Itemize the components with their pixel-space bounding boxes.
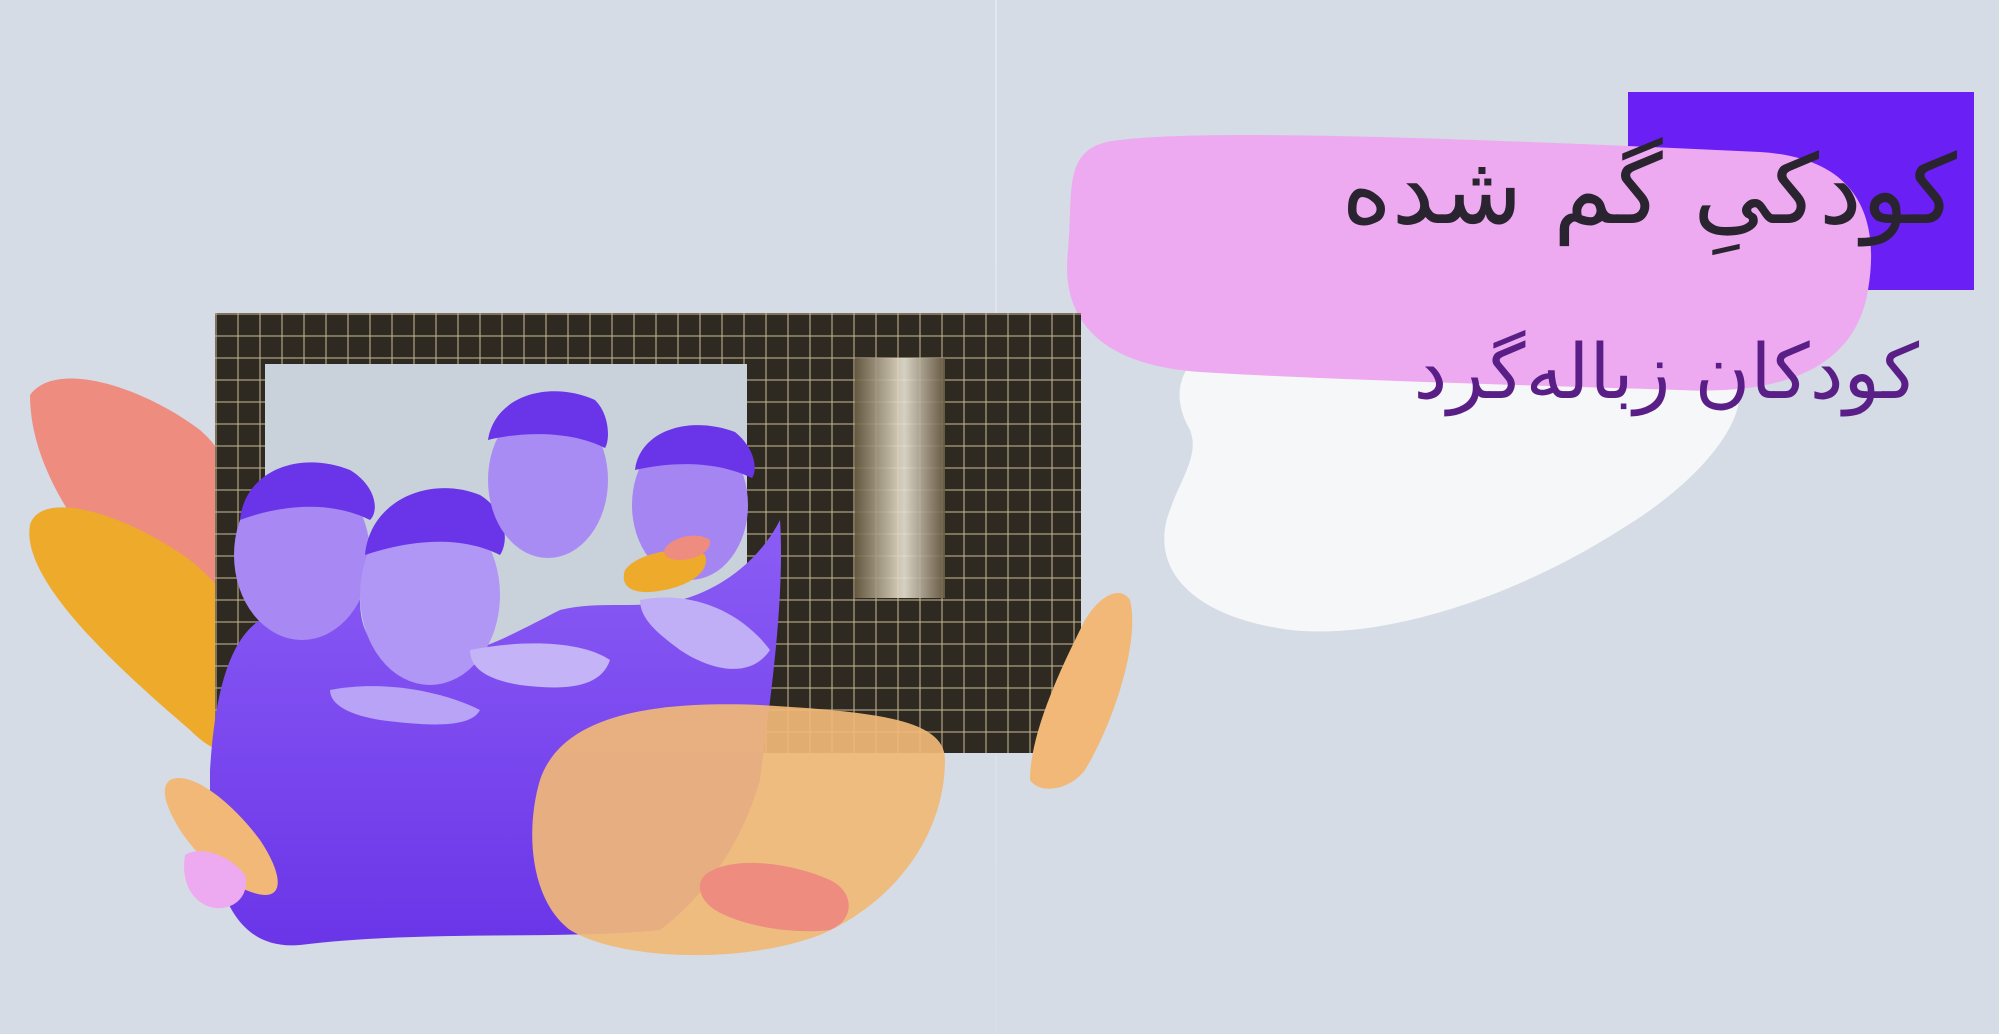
page-title: کودکیِ گم شده	[1341, 134, 1957, 246]
slide-canvas: کودکیِ گم شده کودکان زباله‌گرد	[0, 0, 1999, 1034]
peach-leaf-right	[1030, 592, 1133, 789]
page-subtitle: کودکان زباله‌گرد	[1413, 327, 1919, 416]
